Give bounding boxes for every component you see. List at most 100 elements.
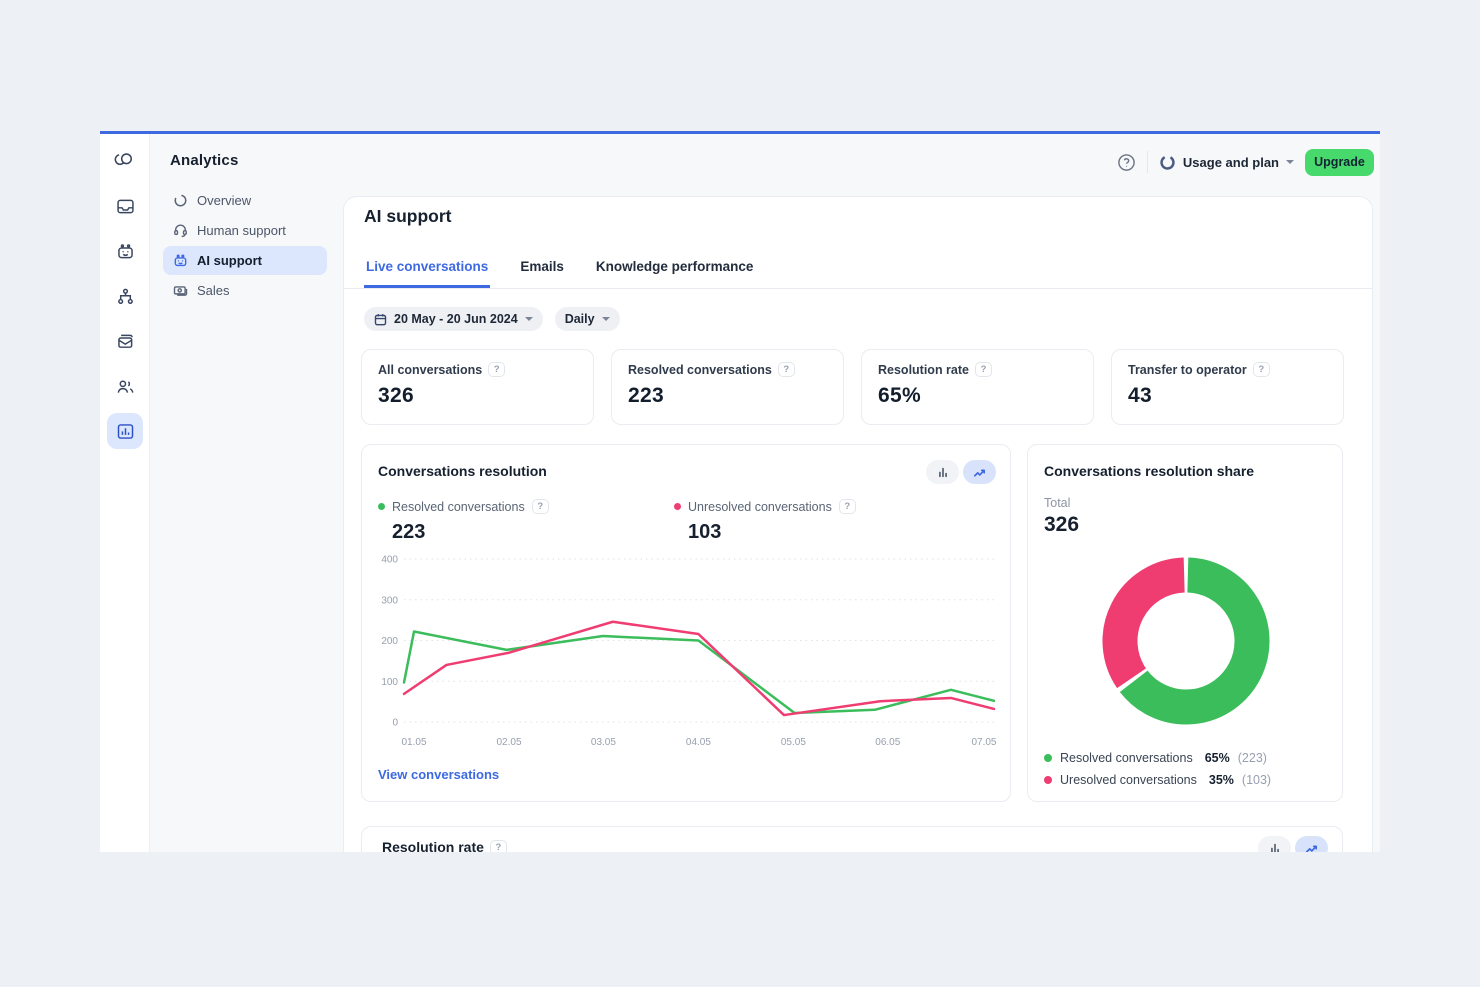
sidebar-item-overview[interactable]: Overview [163,186,327,215]
svg-text:0: 0 [392,718,398,729]
inbox-icon[interactable] [107,188,143,224]
legend-resolved: Resolved conversations ? 223 [378,499,549,544]
flows-icon[interactable] [107,278,143,314]
donut-legend: Resolved conversations 65% (223) Uresolv… [1044,751,1271,787]
unresolved-dot-icon [674,503,681,510]
stat-value: 223 [628,384,827,408]
legend-count: (223) [1238,751,1267,765]
line-chart-toggle-icon[interactable] [1295,836,1328,852]
stat-card-transfer-to-operator: Transfer to operator? 43 [1111,349,1344,425]
chevron-down-icon [602,317,610,321]
svg-text:200: 200 [381,636,398,647]
total-value: 326 [1044,513,1079,537]
calendar-icon [374,313,387,326]
sidebar-item-ai-support[interactable]: AI support [163,246,327,275]
card-title: Conversations resolution share [1044,463,1254,479]
logo-icon[interactable] [107,143,143,179]
stat-value: 65% [878,384,1077,408]
card-title: Conversations resolution [378,463,547,479]
svg-text:05.05: 05.05 [781,737,806,748]
legend-label: Resolved conversations [392,500,525,514]
svg-text:06.05: 06.05 [875,737,900,748]
legend-value: 103 [688,521,856,544]
stat-value: 43 [1128,384,1327,408]
chart-type-toggles [926,460,996,484]
help-badge-icon[interactable]: ? [1253,362,1270,377]
icon-rail [100,134,150,852]
date-range-value: 20 May - 20 Jun 2024 [394,312,518,326]
filter-bar: 20 May - 20 Jun 2024 Daily [364,307,620,331]
upgrade-button[interactable]: Upgrade [1305,149,1374,176]
date-range-picker[interactable]: 20 May - 20 Jun 2024 [364,307,543,331]
legend-value: 223 [392,521,549,544]
bot-icon [172,253,188,268]
resolved-dot-icon [378,503,385,510]
bar-chart-toggle-icon[interactable] [926,460,959,484]
resolution-share-card: Conversations resolution share Total 326… [1027,444,1343,802]
stat-card-resolved-conversations: Resolved conversations? 223 [611,349,844,425]
tab-emails[interactable]: Emails [518,253,566,288]
unresolved-dot-icon [1044,776,1052,784]
resolution-rate-card: Resolution rate ? [361,826,1343,852]
sidebar-item-label: Human support [197,223,286,238]
page-title: Analytics [170,152,239,169]
bot-icon[interactable] [107,233,143,269]
usage-and-plan-label: Usage and plan [1183,155,1279,170]
svg-text:04.05: 04.05 [686,737,711,748]
svg-text:300: 300 [381,595,398,606]
banknote-icon [172,283,188,298]
card-title: Resolution rate [382,839,484,852]
chevron-down-icon [1286,160,1294,164]
svg-text:07.05: 07.05 [971,737,996,748]
line-chart: 010020030040001.0502.0503.0504.0505.0506… [374,547,1000,759]
total-label: Total [1044,496,1070,510]
stat-label: Transfer to operator [1128,363,1247,377]
sidebar-item-label: AI support [197,253,262,268]
help-badge-icon[interactable]: ? [839,499,856,514]
help-badge-icon[interactable]: ? [488,362,505,377]
main-panel: AI support Live conversations Emails Kno… [343,196,1373,852]
stat-value: 326 [378,384,577,408]
topbar-divider [1147,151,1148,173]
bar-chart-toggle-icon[interactable] [1258,836,1291,852]
svg-text:01.05: 01.05 [402,737,427,748]
sidebar-item-label: Overview [197,193,251,208]
legend-count: (103) [1242,773,1271,787]
svg-text:400: 400 [381,555,398,566]
view-conversations-link[interactable]: View conversations [378,767,499,782]
conversations-resolution-card: Conversations resolution Resolved conver… [361,444,1011,802]
help-badge-icon[interactable]: ? [975,362,992,377]
legend-label: Uresolved conversations [1060,773,1197,787]
emails-icon[interactable] [107,323,143,359]
stat-label: Resolved conversations [628,363,772,377]
donut-chart [1098,553,1274,729]
tab-knowledge-performance[interactable]: Knowledge performance [594,253,756,288]
help-badge-icon[interactable]: ? [490,840,507,853]
donut-legend-unresolved: Uresolved conversations 35% (103) [1044,773,1271,787]
usage-and-plan-menu[interactable]: Usage and plan [1159,154,1294,171]
contacts-icon[interactable] [107,368,143,404]
stat-card-resolution-rate: Resolution rate? 65% [861,349,1094,425]
legend-label: Resolved conversations [1060,751,1193,765]
legend-unresolved: Unresolved conversations ? 103 [674,499,856,544]
sidebar-item-human-support[interactable]: Human support [163,216,327,245]
donut-legend-resolved: Resolved conversations 65% (223) [1044,751,1271,765]
sidebar-item-sales[interactable]: Sales [163,276,327,305]
legend-percent: 35% [1209,773,1234,787]
analytics-subnav: Overview Human support AI support Sales [163,186,327,306]
svg-text:100: 100 [381,677,398,688]
help-badge-icon[interactable]: ? [778,362,795,377]
granularity-picker[interactable]: Daily [555,307,620,331]
granularity-value: Daily [565,312,595,326]
app-window: Analytics Usage and plan Upgrade Overvie… [100,131,1380,852]
help-icon[interactable] [1117,153,1136,172]
topbar: Analytics Usage and plan Upgrade [150,134,1380,190]
tab-live-conversations[interactable]: Live conversations [364,253,490,288]
line-chart-toggle-icon[interactable] [963,460,996,484]
tab-bar: Live conversations Emails Knowledge perf… [344,253,1372,289]
analytics-icon[interactable] [107,413,143,449]
legend-percent: 65% [1205,751,1230,765]
help-badge-icon[interactable]: ? [532,499,549,514]
section-title: AI support [364,206,452,227]
svg-text:02.05: 02.05 [497,737,522,748]
